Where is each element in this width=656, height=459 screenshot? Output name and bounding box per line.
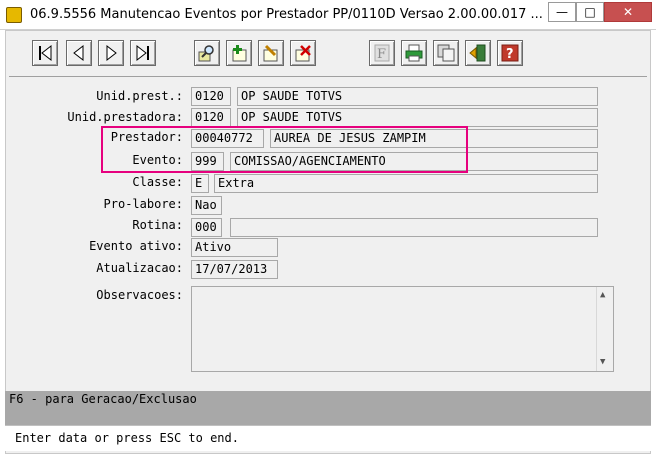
previous-record-button[interactable] [66,40,92,66]
unid-prestadora-name-field[interactable]: OP SAUDE TOTVS [237,108,598,127]
classe-code-field[interactable]: E [191,174,209,193]
edit-button[interactable] [258,40,284,66]
rotina-label: Rotina: [132,218,183,232]
print-icon [405,44,423,62]
next-record-button[interactable] [98,40,124,66]
add-button[interactable] [226,40,252,66]
next-record-icon [106,44,117,62]
print-button[interactable] [401,40,427,66]
observacoes-label: Observacoes: [96,288,183,302]
first-record-button[interactable] [32,40,58,66]
observacoes-scrollbar[interactable]: ▲ ▼ [596,287,613,371]
exit-icon [469,44,486,62]
edit-icon [263,44,278,62]
app-icon [6,7,22,23]
unid-prestadora-label: Unid.prestadora: [67,110,183,124]
delete-icon [295,45,311,62]
unid-prestadora-code-field[interactable]: 0120 [191,108,231,127]
pro-labore-field[interactable]: Nao [191,196,222,215]
search-icon [198,45,214,62]
filter-icon: F [374,44,390,62]
status-text: Enter data or press ESC to end. [15,431,239,445]
svg-text:?: ? [506,47,514,62]
pro-labore-label: Pro-labore: [103,197,183,211]
toolbar-separator [9,76,647,77]
help-button[interactable]: ? [497,40,523,66]
help-icon: ? [501,44,519,62]
last-record-icon [136,44,149,62]
observacoes-textarea[interactable] [191,286,614,372]
minimize-button[interactable]: — [548,2,576,22]
window-title: 06.9.5556 Manutencao Eventos por Prestad… [30,7,543,22]
unid-prest-code-field[interactable]: 0120 [191,87,231,106]
search-button[interactable] [194,40,220,66]
evento-ativo-field[interactable]: Ativo [191,238,278,257]
message-text: F6 - para Geracao/Exclusao [9,392,197,406]
copy-icon [437,44,455,62]
atualizacao-label: Atualizacao: [96,261,183,275]
copy-button[interactable] [433,40,459,66]
classe-name-field[interactable]: Extra [214,174,598,193]
classe-label: Classe: [132,175,183,189]
highlight-box [101,126,468,173]
scroll-down-icon[interactable]: ▼ [600,357,605,367]
atualizacao-field[interactable]: 17/07/2013 [191,260,278,279]
previous-record-icon [73,44,84,62]
last-record-button[interactable] [130,40,156,66]
close-button[interactable]: ✕ [604,2,652,22]
maximize-button[interactable]: □ [576,2,604,22]
rotina-code-field[interactable]: 000 [191,218,222,237]
filter-button[interactable]: F [369,40,395,66]
rotina-name-field[interactable] [230,218,598,237]
unid-prest-name-field[interactable]: OP SAUDE TOTVS [237,87,598,106]
delete-button[interactable] [290,40,316,66]
evento-ativo-label: Evento ativo: [89,239,183,253]
svg-text:F: F [377,47,386,62]
first-record-icon [39,44,52,62]
add-icon [232,45,247,62]
exit-button[interactable] [465,40,491,66]
scroll-up-icon[interactable]: ▲ [600,290,605,300]
unid-prest-label: Unid.prest.: [96,89,183,103]
